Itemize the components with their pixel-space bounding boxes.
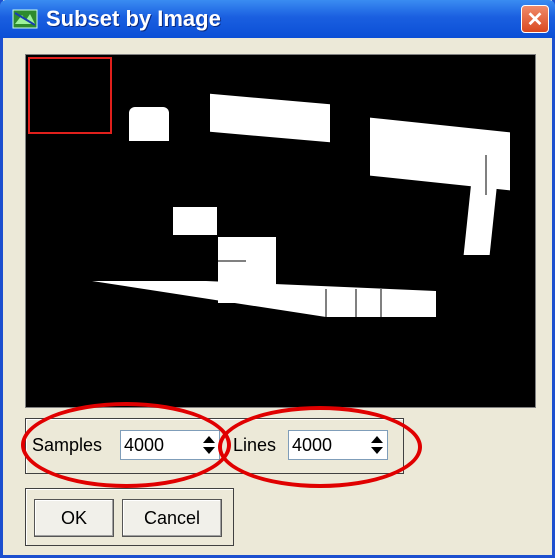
ok-button[interactable]: OK <box>34 499 114 537</box>
lines-spinner[interactable] <box>288 430 388 460</box>
subset-by-image-dialog: Subset by Image ✕ Samples Lines <box>0 0 555 558</box>
lines-label: Lines <box>233 435 277 455</box>
app-icon <box>12 9 38 29</box>
samples-spinner[interactable] <box>120 430 220 460</box>
samples-label: Samples <box>32 435 103 455</box>
spinner-arrows-icon[interactable] <box>201 434 217 456</box>
close-icon: ✕ <box>526 8 544 31</box>
dimensions-group: Samples Lines <box>25 418 404 474</box>
spinner-arrows-icon[interactable] <box>369 434 385 456</box>
image-shape <box>92 281 436 317</box>
title-bar[interactable]: Subset by Image ✕ <box>0 0 555 38</box>
lines-input[interactable] <box>289 431 365 459</box>
samples-input[interactable] <box>121 431 197 459</box>
image-preview[interactable] <box>25 54 536 408</box>
action-buttons-group: OK Cancel <box>25 488 234 546</box>
cancel-button[interactable]: Cancel <box>122 499 222 537</box>
close-button[interactable]: ✕ <box>521 5 549 33</box>
image-shapes-layer <box>92 155 487 317</box>
window-title: Subset by Image <box>46 6 221 31</box>
